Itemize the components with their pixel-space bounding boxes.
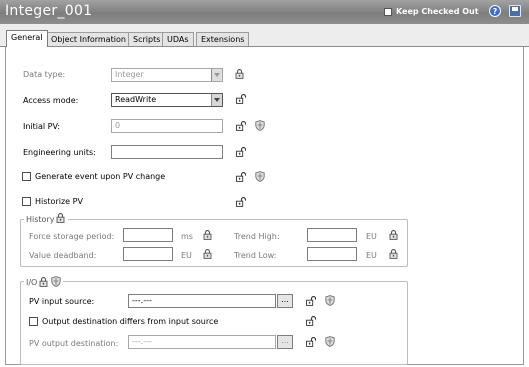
- access-mode-value: ReadWrite: [115, 95, 157, 104]
- historize-pv-checkbox[interactable]: [22, 197, 31, 206]
- lock-icon[interactable]: [306, 296, 316, 306]
- historize-pv-label: Historize PV: [35, 197, 83, 206]
- access-mode-select[interactable]: ReadWrite: [111, 93, 223, 107]
- chevron-down-icon[interactable]: [211, 69, 222, 81]
- value-deadband-unit: EU: [181, 251, 192, 260]
- lock-closed-icon[interactable]: [39, 277, 49, 289]
- history-title: History: [26, 214, 55, 224]
- pv-input-source-input[interactable]: ---.---: [128, 294, 276, 308]
- history-group-title: History: [24, 213, 69, 225]
- trend-low-unit: EU: [366, 251, 377, 260]
- lock-icon[interactable]: [236, 147, 246, 157]
- trend-high-label: Trend High:: [234, 232, 280, 241]
- pv-input-source-label: PV input source:: [29, 297, 95, 306]
- pv-output-destination-input[interactable]: ---.---: [128, 335, 276, 349]
- pv-output-destination-browse-button[interactable]: ...: [277, 335, 293, 349]
- security-shield-icon[interactable]: [325, 336, 335, 347]
- io-title: I/O: [26, 278, 38, 287]
- value-deadband-input[interactable]: [123, 247, 173, 261]
- engineering-units-label: Engineering units:: [23, 148, 96, 157]
- trend-high-input[interactable]: [307, 228, 357, 242]
- output-differs-label: Output destination differs from input so…: [42, 317, 219, 326]
- generate-event-checkbox[interactable]: [22, 172, 31, 181]
- force-storage-period-unit: ms: [181, 232, 193, 241]
- data-type-select[interactable]: Integer: [111, 68, 223, 82]
- keep-checked-out-checkbox[interactable]: [384, 7, 392, 16]
- lock-closed-icon[interactable]: [389, 249, 399, 259]
- lock-closed-icon[interactable]: [389, 230, 399, 240]
- keep-checked-out-toggle[interactable]: Keep Checked Out: [384, 7, 479, 16]
- keep-checked-out-label: Keep Checked Out: [396, 7, 479, 16]
- tab-strip: General Object Information Scripts UDAs …: [0, 24, 529, 47]
- tab-object-information[interactable]: Object Information: [46, 32, 131, 46]
- lock-closed-icon[interactable]: [56, 213, 66, 225]
- initial-pv-input[interactable]: 0: [111, 119, 223, 133]
- tab-scripts[interactable]: Scripts: [128, 32, 166, 46]
- initial-pv-label: Initial PV:: [23, 122, 61, 131]
- security-shield-icon[interactable]: [255, 120, 265, 131]
- lock-closed-icon[interactable]: [235, 69, 245, 79]
- trend-low-input[interactable]: [307, 247, 357, 261]
- security-shield-icon[interactable]: [51, 276, 61, 289]
- pv-output-destination-label: PV output destination:: [29, 339, 119, 348]
- output-differs-checkbox[interactable]: [29, 317, 38, 326]
- window-title: Integer_001: [5, 3, 93, 19]
- data-type-label: Data type:: [23, 70, 66, 79]
- tab-udas[interactable]: UDAs: [162, 32, 194, 46]
- lock-closed-icon[interactable]: [203, 230, 213, 240]
- lock-icon[interactable]: [236, 197, 246, 207]
- access-mode-label: Access mode:: [23, 96, 79, 105]
- tab-extensions[interactable]: Extensions: [196, 32, 250, 46]
- save-icon[interactable]: [509, 5, 521, 17]
- chevron-down-icon[interactable]: [211, 94, 222, 106]
- generate-event-label: Generate event upon PV change: [35, 172, 166, 181]
- security-shield-icon[interactable]: [325, 295, 335, 306]
- help-icon[interactable]: ?: [489, 5, 501, 17]
- io-group-title: I/O: [24, 276, 64, 289]
- title-bar: Integer_001 Keep Checked Out ?: [0, 0, 529, 24]
- pv-input-source-browse-button[interactable]: ...: [277, 294, 293, 308]
- lock-icon[interactable]: [236, 94, 246, 104]
- force-storage-period-input[interactable]: [123, 228, 173, 242]
- force-storage-period-label: Force storage period:: [29, 232, 115, 241]
- lock-icon[interactable]: [306, 337, 316, 347]
- lock-icon[interactable]: [236, 172, 246, 182]
- lock-icon[interactable]: [306, 316, 316, 326]
- trend-low-label: Trend Low:: [234, 251, 277, 260]
- lock-icon[interactable]: [236, 121, 246, 131]
- trend-high-unit: EU: [366, 232, 377, 241]
- engineering-units-input[interactable]: [111, 145, 223, 159]
- tab-general[interactable]: General: [6, 30, 48, 47]
- lock-closed-icon[interactable]: [203, 249, 213, 259]
- data-type-value: Integer: [115, 70, 144, 79]
- security-shield-icon[interactable]: [255, 171, 265, 182]
- value-deadband-label: Value deadband:: [29, 251, 97, 260]
